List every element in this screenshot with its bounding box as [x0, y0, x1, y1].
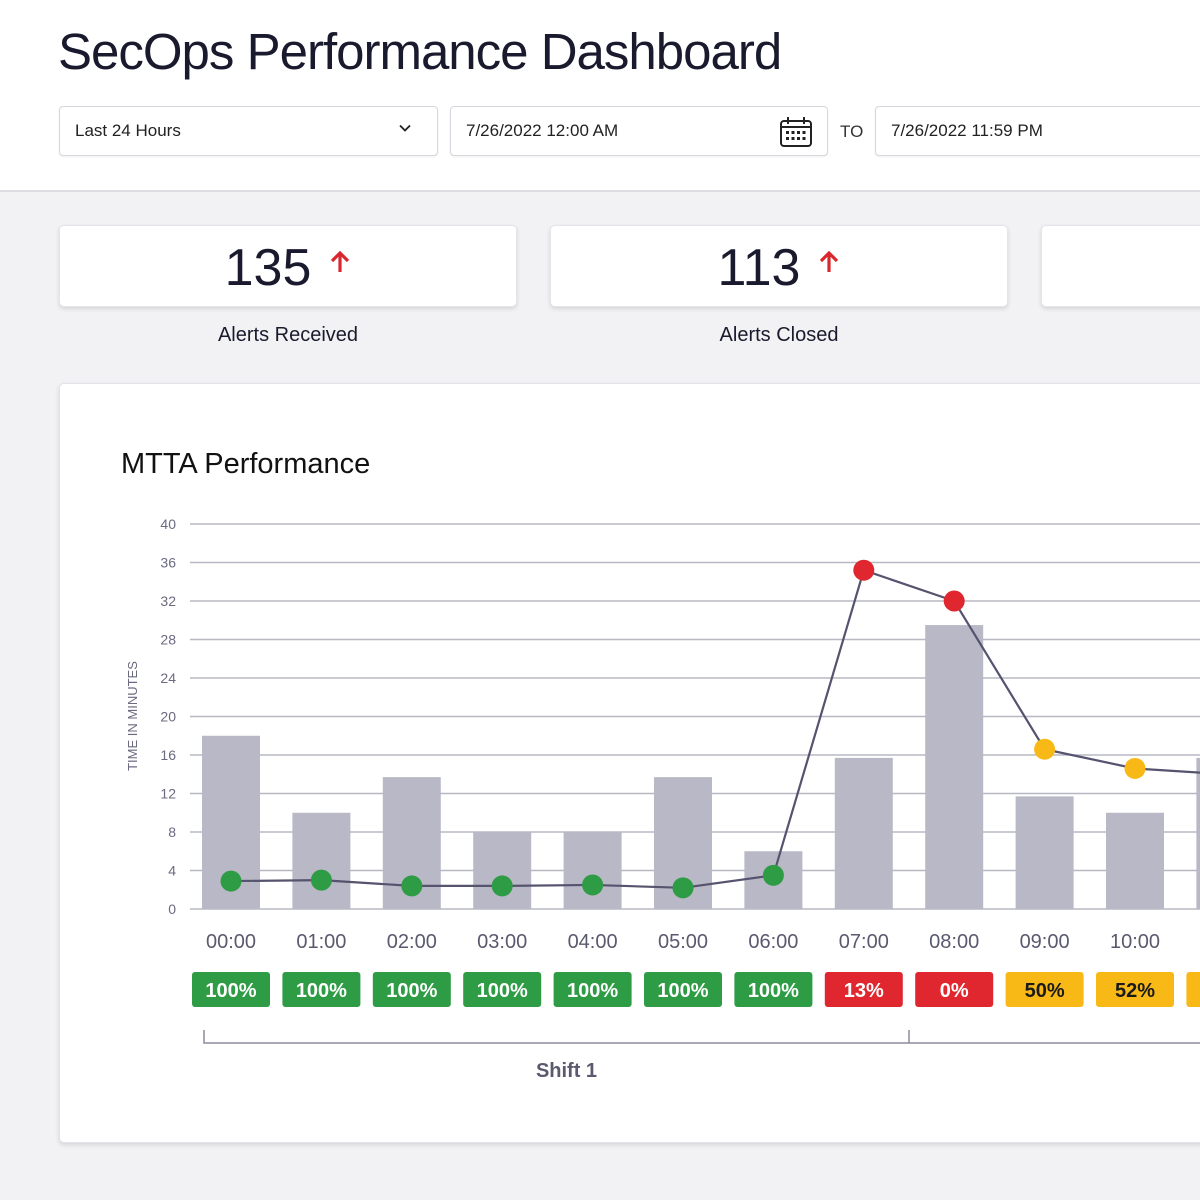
sla-badge-text: 100%: [205, 980, 256, 1002]
x-tick-label: 04:00: [568, 931, 618, 953]
mtta-chart: 0 4 8 12 16 20 24 28 32 36 40 00:00 01:00 02:00 03:00…: [125, 516, 1200, 1082]
sla-badge: 50%: [1005, 972, 1084, 1007]
mtta-point-warn[interactable]: [1124, 757, 1146, 779]
sla-badge: 100%: [734, 972, 813, 1007]
sla-badge-text: 100%: [477, 980, 528, 1002]
sla-badge-text: 0%: [940, 980, 969, 1002]
shift-label: Shift 1: [536, 1060, 597, 1082]
sla-badge-text: 100%: [748, 980, 799, 1002]
bar[interactable]: [925, 625, 984, 909]
sla-badge: 100%: [192, 972, 270, 1007]
mtta-point-bad[interactable]: [943, 590, 965, 612]
y-tick-label: 40: [160, 516, 176, 532]
y-tick-label: 28: [160, 632, 176, 648]
mtta-point-good[interactable]: [582, 874, 604, 896]
bar[interactable]: [473, 832, 532, 909]
mtta-point-good[interactable]: [672, 877, 694, 899]
mtta-point-good[interactable]: [401, 875, 423, 897]
x-tick-label: 01:00: [296, 931, 346, 953]
x-tick-label: 10:00: [1110, 931, 1160, 953]
x-tick-label: 02:00: [387, 931, 437, 953]
y-tick-label: 36: [160, 555, 176, 571]
y-tick-label: 8: [168, 824, 176, 840]
bar[interactable]: [1015, 796, 1074, 909]
sla-badge: [1186, 972, 1200, 1007]
sla-badge-text: 52%: [1115, 980, 1155, 1002]
y-tick-label: 16: [160, 747, 176, 763]
y-tick-label: 4: [168, 863, 176, 879]
bar[interactable]: [563, 832, 622, 909]
y-tick-label: 12: [160, 786, 176, 802]
sla-badge: 100%: [644, 972, 722, 1007]
y-tick-label: 24: [160, 670, 176, 686]
sla-badge-text: 100%: [567, 980, 618, 1002]
x-tick-label: 08:00: [929, 931, 979, 953]
sla-badge: 100%: [463, 972, 542, 1007]
sla-badge-text: 100%: [386, 980, 437, 1002]
mtta-point-good[interactable]: [491, 875, 513, 897]
bar[interactable]: [292, 812, 351, 909]
y-tick-label: 20: [160, 709, 176, 725]
y-tick-label: 0: [168, 901, 176, 917]
y-tick-label: 32: [160, 593, 176, 609]
sla-badge: 100%: [372, 972, 451, 1007]
x-tick-label: 05:00: [658, 931, 708, 953]
x-tick-label: 03:00: [477, 931, 527, 953]
mtta-point-bad[interactable]: [853, 559, 875, 581]
bar[interactable]: [1106, 812, 1164, 909]
sla-badge-text: 100%: [296, 980, 347, 1002]
sla-badge: 13%: [824, 972, 903, 1007]
sla-badge: 100%: [282, 972, 361, 1007]
x-tick-label: 09:00: [1020, 931, 1070, 953]
mtta-point-good[interactable]: [310, 869, 332, 891]
sla-badge-text: 100%: [657, 980, 708, 1002]
sla-badge-text: 50%: [1025, 980, 1065, 1002]
sla-badge: 52%: [1096, 972, 1174, 1007]
sla-badge: 100%: [553, 972, 632, 1007]
mtta-point-good[interactable]: [762, 864, 784, 886]
y-axis-label: TIME IN MINUTES: [125, 661, 140, 771]
mtta-point-warn[interactable]: [1034, 738, 1056, 760]
bar[interactable]: [834, 757, 893, 909]
shift-bracket: [203, 1030, 1200, 1044]
bar[interactable]: [1196, 757, 1200, 909]
x-tick-label: 00:00: [206, 931, 256, 953]
x-tick-label: 06:00: [748, 931, 798, 953]
x-tick-label: 07:00: [839, 931, 889, 953]
sla-badge-text: 13%: [844, 980, 884, 1002]
sla-badge: 0%: [915, 972, 994, 1007]
mtta-point-good[interactable]: [220, 870, 242, 892]
